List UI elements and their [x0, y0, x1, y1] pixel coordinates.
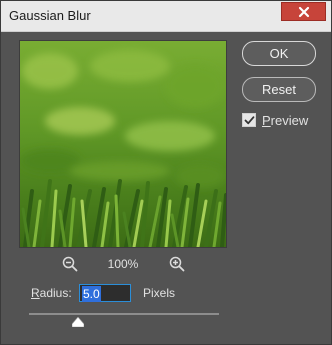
- close-button[interactable]: [281, 2, 326, 21]
- zoom-level: 100%: [107, 257, 139, 271]
- radius-input[interactable]: 5.0: [79, 284, 131, 302]
- preview-label-accesskey: P: [262, 113, 271, 128]
- check-icon: [244, 115, 254, 124]
- gaussian-blur-dialog: Gaussian Blur 100% Radius: 5.0 Pixels OK…: [0, 0, 332, 345]
- radius-slider-track[interactable]: [29, 313, 219, 315]
- radius-value: 5.0: [82, 286, 101, 302]
- radius-slider-thumb[interactable]: [72, 317, 85, 327]
- blur-preview[interactable]: [19, 40, 227, 248]
- zoom-in-icon[interactable]: [168, 255, 186, 273]
- grass-preview-image: [20, 41, 226, 247]
- radius-units: Pixels: [143, 286, 176, 300]
- zoom-out-icon[interactable]: [61, 255, 79, 273]
- title-bar[interactable]: Gaussian Blur: [1, 1, 331, 32]
- radius-label-accesskey: R: [31, 286, 40, 300]
- close-icon: [298, 6, 309, 17]
- reset-button[interactable]: Reset: [242, 77, 316, 102]
- zoom-controls: 100%: [57, 254, 197, 274]
- preview-label-rest: review: [270, 113, 309, 128]
- preview-label[interactable]: Preview: [262, 113, 308, 128]
- ok-button[interactable]: OK: [242, 41, 316, 66]
- preview-checkbox[interactable]: [242, 113, 256, 127]
- radius-label-rest: adius:: [39, 286, 72, 300]
- radius-label: Radius:: [31, 286, 72, 300]
- window-title: Gaussian Blur: [9, 8, 91, 23]
